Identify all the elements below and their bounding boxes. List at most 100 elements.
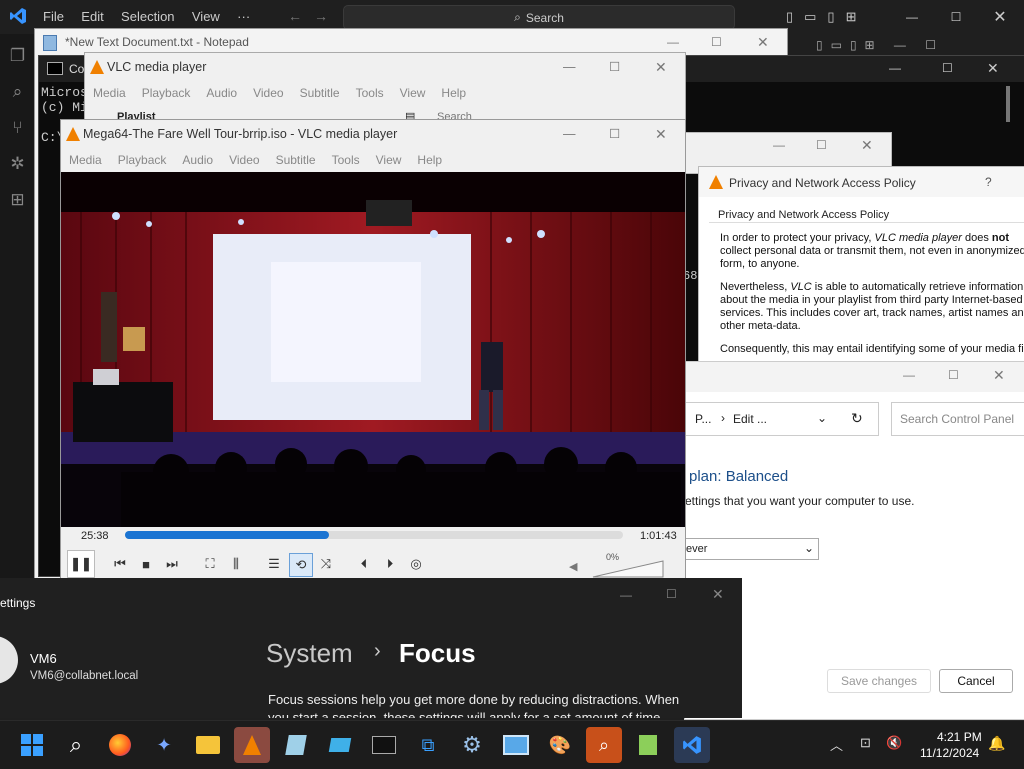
vlc-back-menu-media[interactable]: Media [93, 86, 126, 100]
video-frame[interactable] [61, 172, 685, 527]
vlc-menu-playback[interactable]: Playback [118, 153, 167, 167]
vscode-maximize-icon[interactable]: ☐ [934, 0, 978, 34]
settings-minimize-icon[interactable]: — [620, 588, 632, 602]
vlc-back-menu-video[interactable]: Video [253, 86, 283, 100]
vlc-menu-help[interactable]: Help [417, 153, 442, 167]
cmd-close-icon[interactable]: ✕ [987, 60, 999, 77]
vlc-minimize-icon[interactable]: — [563, 120, 576, 148]
cmd-scrollbar[interactable] [1006, 86, 1010, 122]
pause-button[interactable]: ❚❚ [67, 550, 95, 578]
seek-bar[interactable] [125, 531, 623, 539]
cpanel-breadcrumb-1[interactable]: P... [695, 412, 711, 426]
shuffle-button[interactable]: ⤨ [315, 553, 337, 575]
notepad-maximize-icon[interactable]: ☐ [711, 29, 722, 55]
extended-settings-button[interactable]: ⫼ [225, 553, 247, 575]
fullscreen-button[interactable]: ⛶ [199, 553, 221, 575]
cpanel-breadcrumb-2[interactable]: Edit ... [733, 412, 767, 426]
vscode-menu-view[interactable]: View [192, 9, 220, 24]
cpanel-maximize-icon[interactable]: ☐ [948, 368, 959, 382]
notepad-plus-icon[interactable] [630, 727, 666, 763]
vscode-menu-more[interactable]: ··· [237, 9, 250, 24]
vscode-minimize-icon[interactable]: — [890, 0, 934, 34]
extensions-icon[interactable]: ⊞ [0, 190, 35, 210]
dialog-close-icon[interactable]: ✕ [861, 137, 873, 154]
terminal-icon[interactable] [366, 727, 402, 763]
bird-app-icon[interactable]: ✦ [146, 727, 182, 763]
sleep-select[interactable]: ever ⌄ [685, 538, 819, 560]
vlc-back-menu-help[interactable]: Help [441, 86, 466, 100]
cpanel-close-icon[interactable]: ✕ [993, 367, 1005, 384]
tray-chevron-up-icon[interactable]: ︿ [830, 735, 843, 754]
frame-step-button[interactable]: ⏵ [379, 553, 401, 575]
vlc-back-minimize-icon[interactable]: — [563, 53, 576, 81]
vscode-search-box[interactable]: ⌕ Search [343, 5, 735, 30]
vlc-taskbar-icon[interactable] [234, 727, 270, 763]
volume-muted-icon[interactable]: 🔇 [886, 735, 902, 751]
vscode-layout-icons[interactable]: ▯▭▯⊞ [786, 9, 867, 25]
network-app-icon[interactable]: ⧉ [410, 727, 446, 763]
save-changes-button[interactable]: Save changes [827, 669, 931, 693]
debug-icon[interactable]: ✲ [0, 154, 35, 174]
generic-app-icon[interactable] [322, 727, 358, 763]
notepad-taskbar-icon[interactable] [278, 727, 314, 763]
cpanel-address-bar[interactable]: P... › Edit ... ⌄ ↻ [685, 402, 879, 436]
vlc-back-maximize-icon[interactable]: ☐ [609, 53, 620, 81]
speaker-icon[interactable]: ◀ [569, 560, 577, 573]
dialog-minimize-icon[interactable]: — [773, 138, 785, 152]
ab-loop-button[interactable]: ◎ [405, 553, 427, 575]
stop-button[interactable]: ■ [135, 553, 157, 575]
volume-slider[interactable] [591, 559, 667, 579]
network-icon[interactable]: ⊡ [860, 735, 871, 751]
cpanel-minimize-icon[interactable]: — [903, 368, 915, 382]
vlc-back-menu-playback[interactable]: Playback [142, 86, 191, 100]
previous-button[interactable]: ⏮ [109, 553, 131, 575]
explorer-icon[interactable]: ❐ [0, 46, 35, 66]
windows-start-icon[interactable] [14, 727, 50, 763]
firefox-icon[interactable] [102, 727, 138, 763]
vlc-back-menu-audio[interactable]: Audio [206, 86, 237, 100]
refresh-icon[interactable]: ↻ [851, 410, 863, 427]
clock-time[interactable]: 4:21 PM [937, 730, 982, 744]
chevron-down-icon[interactable]: ⌄ [817, 411, 827, 425]
vlc-close-icon[interactable]: ✕ [655, 120, 667, 148]
cpanel-search-input[interactable]: Search Control Panel [891, 402, 1024, 436]
magnifier-icon[interactable]: ⌕ [586, 727, 622, 763]
forward-arrow-icon[interactable]: → [314, 8, 328, 24]
vlc-menu-audio[interactable]: Audio [182, 153, 213, 167]
search-activity-icon[interactable]: ⌕ [0, 82, 35, 102]
settings-gear-icon[interactable]: ⚙ [454, 727, 490, 763]
notepad-close-icon[interactable]: ✕ [757, 29, 769, 55]
file-explorer-icon[interactable] [190, 727, 226, 763]
vscode-taskbar-icon[interactable] [674, 727, 710, 763]
vscode-menu-file[interactable]: File [43, 9, 64, 24]
loop-button[interactable]: ⟲ [289, 553, 313, 577]
remote-desktop-icon[interactable] [498, 727, 534, 763]
vscode-close-icon[interactable]: ✕ [978, 0, 1022, 34]
previous-frame-button[interactable]: ⏴ [353, 553, 375, 575]
cancel-button[interactable]: Cancel [939, 669, 1013, 693]
playlist-button[interactable]: ☰ [263, 553, 285, 575]
vlc-back-close-icon[interactable]: ✕ [655, 53, 667, 81]
dialog-maximize-icon[interactable]: ☐ [816, 138, 827, 152]
vlc-back-menu-subtitle[interactable]: Subtitle [300, 86, 340, 100]
vscode-menu-edit[interactable]: Edit [81, 9, 103, 24]
vlc-menu-media[interactable]: Media [69, 153, 102, 167]
next-button[interactable]: ⏭ [161, 553, 183, 575]
vlc-menu-video[interactable]: Video [229, 153, 259, 167]
back-arrow-icon[interactable]: ← [288, 8, 302, 24]
notification-bell-icon[interactable]: 🔔 [988, 735, 1005, 752]
cmd-maximize-icon[interactable]: ☐ [942, 61, 953, 75]
clock-date[interactable]: 11/12/2024 [920, 746, 979, 760]
breadcrumb-parent[interactable]: System [266, 638, 353, 669]
settings-maximize-icon[interactable]: ☐ [666, 587, 677, 601]
source-control-icon[interactable]: ⑂ [0, 118, 35, 138]
vlc-menu-view[interactable]: View [376, 153, 402, 167]
vlc-back-menu-view[interactable]: View [400, 86, 426, 100]
cmd-minimize-icon[interactable]: — [889, 61, 901, 75]
vlc-back-menu-tools[interactable]: Tools [356, 86, 384, 100]
vlc-menu-tools[interactable]: Tools [332, 153, 360, 167]
vlc-menu-subtitle[interactable]: Subtitle [276, 153, 316, 167]
paint-app-icon[interactable]: 🎨 [542, 727, 578, 763]
vscode-menu-selection[interactable]: Selection [121, 9, 174, 24]
avatar[interactable] [0, 636, 18, 684]
